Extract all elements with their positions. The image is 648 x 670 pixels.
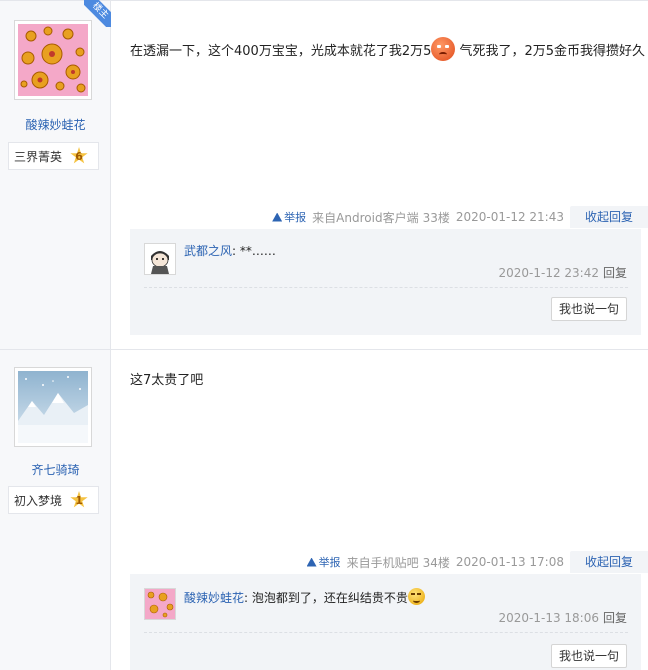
op-badge: 楼主 <box>84 0 111 27</box>
reply-avatar[interactable] <box>144 243 176 275</box>
reply-avatar-image <box>145 244 175 274</box>
reply-divider <box>144 287 628 288</box>
reply-meta: 2020-1-12 23:42 回复 <box>498 264 627 281</box>
say-something-button[interactable]: 我也说一句 <box>551 644 627 668</box>
reply-button[interactable]: 回复 <box>603 266 627 280</box>
post-meta: 举报 来自Android客户端 33楼 2020-01-12 21:43 收起回… <box>272 206 648 228</box>
reply-box: 武都之风: **…… 2020-1-12 23:42 回复 我也说一句 <box>130 229 641 335</box>
reply-username[interactable]: 酸辣妙蛙花 <box>184 591 244 605</box>
level-name: 三界菁英 <box>14 149 63 164</box>
collapse-replies-button[interactable]: 收起回复 <box>570 206 648 228</box>
level-badge[interactable]: 三界菁英 6 <box>8 142 99 170</box>
avatar-image <box>18 371 88 443</box>
post-content: 这7太贵了吧 <box>130 373 204 388</box>
collapse-replies-button[interactable]: 收起回复 <box>570 551 648 573</box>
post-time: 2020-01-13 17:08 <box>455 555 564 569</box>
reply-time: 2020-1-12 23:42 <box>498 266 599 280</box>
reply-username[interactable]: 武都之风 <box>184 244 232 258</box>
level-badge[interactable]: 初入梦境 1 <box>8 486 99 514</box>
post-source: 来自手机贴吧 <box>346 555 419 570</box>
angry-face-icon <box>431 37 456 61</box>
say-something-button[interactable]: 我也说一句 <box>551 297 627 321</box>
reply-button[interactable]: 回复 <box>603 611 627 625</box>
report-link[interactable]: 举报 <box>272 209 306 225</box>
warning-icon <box>306 557 317 567</box>
reply-text: 武都之风: **…… <box>184 244 276 258</box>
reply-divider <box>144 632 628 633</box>
report-link[interactable]: 举报 <box>306 554 341 570</box>
reply-box: 酸辣妙蛙花: 泡泡都到了，还在纠结贵不贵 2020-1-13 18:06 回复 我… <box>130 574 641 670</box>
avatar[interactable] <box>14 20 92 100</box>
level-star-icon: 6 <box>70 147 88 164</box>
floor-number: 34楼 <box>422 555 450 570</box>
post-content: 在透漏一下，这个400万宝宝，光成本就花了我2万5 气死我了，2万5金币我得攒好… <box>130 37 645 63</box>
reply-text: 酸辣妙蛙花: 泡泡都到了，还在纠结贵不贵 <box>184 588 425 606</box>
floor-number: 33楼 <box>422 210 450 225</box>
author-name[interactable]: 酸辣妙蛙花 <box>0 116 111 133</box>
reply-meta: 2020-1-13 18:06 回复 <box>498 609 627 626</box>
level-star-icon: 1 <box>70 491 88 508</box>
author-sidebar: 楼主 酸辣妙蛙花 三界菁英 6 <box>0 0 111 349</box>
avatar-image <box>18 24 88 96</box>
author-sidebar: 齐七骑琦 初入梦境 1 <box>0 350 111 670</box>
author-name[interactable]: 齐七骑琦 <box>0 461 111 478</box>
post-floor-33: 楼主 酸辣妙蛙花 三界菁英 6 在透漏一下，这个400万宝宝，光成本就花了我2万… <box>0 0 648 349</box>
post-source: 来自Android客户端 <box>312 210 419 225</box>
post-time: 2020-01-12 21:43 <box>455 210 564 224</box>
post-floor-34: 齐七骑琦 初入梦境 1 这7太贵了吧 举报 来自手机贴吧 34楼 2020-01… <box>0 349 648 670</box>
reply-avatar-image <box>145 589 175 619</box>
level-name: 初入梦境 <box>14 493 63 508</box>
sly-smile-icon <box>407 588 425 605</box>
reply-time: 2020-1-13 18:06 <box>498 611 599 625</box>
post-meta: 举报 来自手机贴吧 34楼 2020-01-13 17:08 收起回复 <box>306 551 648 573</box>
reply-avatar[interactable] <box>144 588 176 620</box>
avatar[interactable] <box>14 367 92 447</box>
warning-icon <box>272 212 283 222</box>
